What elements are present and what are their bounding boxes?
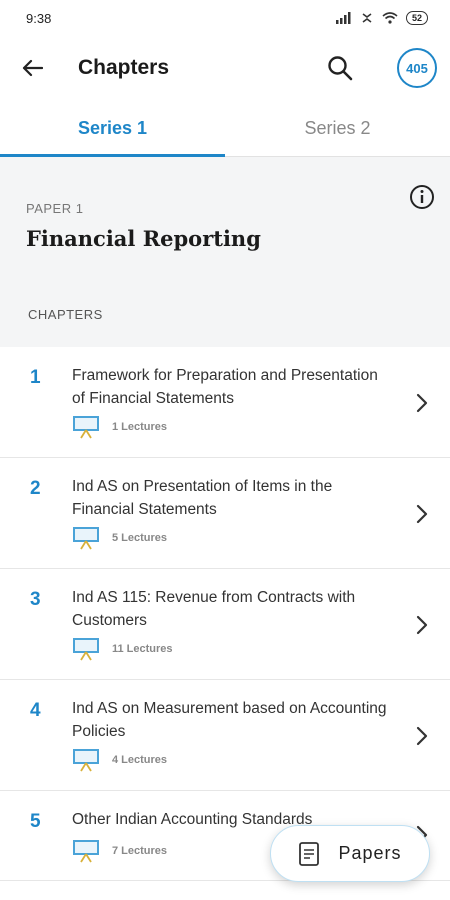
chevron-right-icon bbox=[416, 504, 428, 524]
presentation-board-icon bbox=[73, 840, 99, 863]
chapter-meta: 1 Lectures bbox=[72, 415, 167, 439]
signal-icon bbox=[335, 12, 351, 24]
lecture-count: 11 Lectures bbox=[112, 643, 173, 655]
chapter-number: 3 bbox=[30, 589, 41, 610]
presentation-board-icon bbox=[73, 416, 99, 439]
chevron-right-icon bbox=[416, 615, 428, 635]
chapter-meta: 11 Lectures bbox=[72, 637, 173, 661]
search-icon bbox=[328, 56, 353, 81]
data-sync-icon bbox=[362, 13, 372, 23]
chapter-meta: 4 Lectures bbox=[72, 748, 167, 772]
chevron-right-icon bbox=[416, 393, 428, 413]
chapter-number: 2 bbox=[30, 478, 41, 499]
presentation-board-icon bbox=[73, 638, 99, 661]
chapter-meta: 7 Lectures bbox=[72, 839, 167, 863]
tab-series-2[interactable]: Series 2 bbox=[225, 100, 450, 156]
chapter-title: Ind AS on Measurement based on Accountin… bbox=[72, 700, 387, 740]
chapter-number: 5 bbox=[30, 811, 41, 832]
points-badge[interactable]: 405 bbox=[397, 48, 437, 88]
lecture-count: 7 Lectures bbox=[112, 845, 168, 857]
status-icons: 52 bbox=[335, 11, 428, 25]
presentation-board-icon bbox=[73, 527, 99, 550]
series-tabs: Series 1 Series 2 bbox=[0, 100, 450, 157]
search-button[interactable] bbox=[324, 52, 356, 84]
paper-title: Financial Reporting bbox=[26, 226, 261, 251]
papers-button[interactable]: Papers bbox=[270, 825, 430, 882]
paper-header: PAPER 1 Financial Reporting CHAPTERS bbox=[0, 157, 450, 347]
app-bar: Chapters 405 bbox=[0, 36, 450, 100]
chapter-item[interactable]: 1 Framework for Preparation and Presenta… bbox=[0, 347, 450, 458]
arrow-left-icon bbox=[22, 59, 43, 77]
lecture-count: 5 Lectures bbox=[112, 532, 168, 544]
battery-indicator: 52 bbox=[405, 11, 428, 25]
chevron-right-icon bbox=[416, 726, 428, 746]
chapter-item[interactable]: 3 Ind AS 115: Revenue from Contracts wit… bbox=[0, 569, 450, 680]
chapter-number: 4 bbox=[30, 700, 41, 721]
info-button[interactable] bbox=[408, 183, 436, 211]
tab-series-1[interactable]: Series 1 bbox=[0, 100, 225, 156]
chapters-heading: CHAPTERS bbox=[28, 307, 103, 322]
page-title: Chapters bbox=[78, 56, 170, 79]
chapter-title: Ind AS on Presentation of Items in the F… bbox=[72, 478, 333, 518]
document-icon bbox=[299, 841, 320, 866]
chapter-meta: 5 Lectures bbox=[72, 526, 167, 550]
back-button[interactable] bbox=[16, 52, 48, 84]
chapter-list: 1 Framework for Preparation and Presenta… bbox=[0, 347, 450, 881]
papers-button-label: Papers bbox=[338, 843, 402, 863]
chapter-title: Framework for Preparation and Presentati… bbox=[72, 367, 378, 407]
presentation-board-icon bbox=[73, 749, 99, 772]
lecture-count: 4 Lectures bbox=[112, 754, 168, 766]
status-time: 9:38 bbox=[26, 10, 52, 26]
lecture-count: 1 Lectures bbox=[112, 421, 168, 433]
chapter-number: 1 bbox=[30, 367, 41, 388]
chapter-item[interactable]: 4 Ind AS on Measurement based on Account… bbox=[0, 680, 450, 791]
chapter-title: Ind AS 115: Revenue from Contracts with … bbox=[72, 589, 356, 629]
status-bar: 9:38 52 bbox=[0, 0, 450, 36]
wifi-icon bbox=[382, 12, 398, 24]
paper-label: PAPER 1 bbox=[26, 201, 84, 216]
chapter-item[interactable]: 2 Ind AS on Presentation of Items in the… bbox=[0, 458, 450, 569]
info-icon bbox=[410, 185, 434, 209]
